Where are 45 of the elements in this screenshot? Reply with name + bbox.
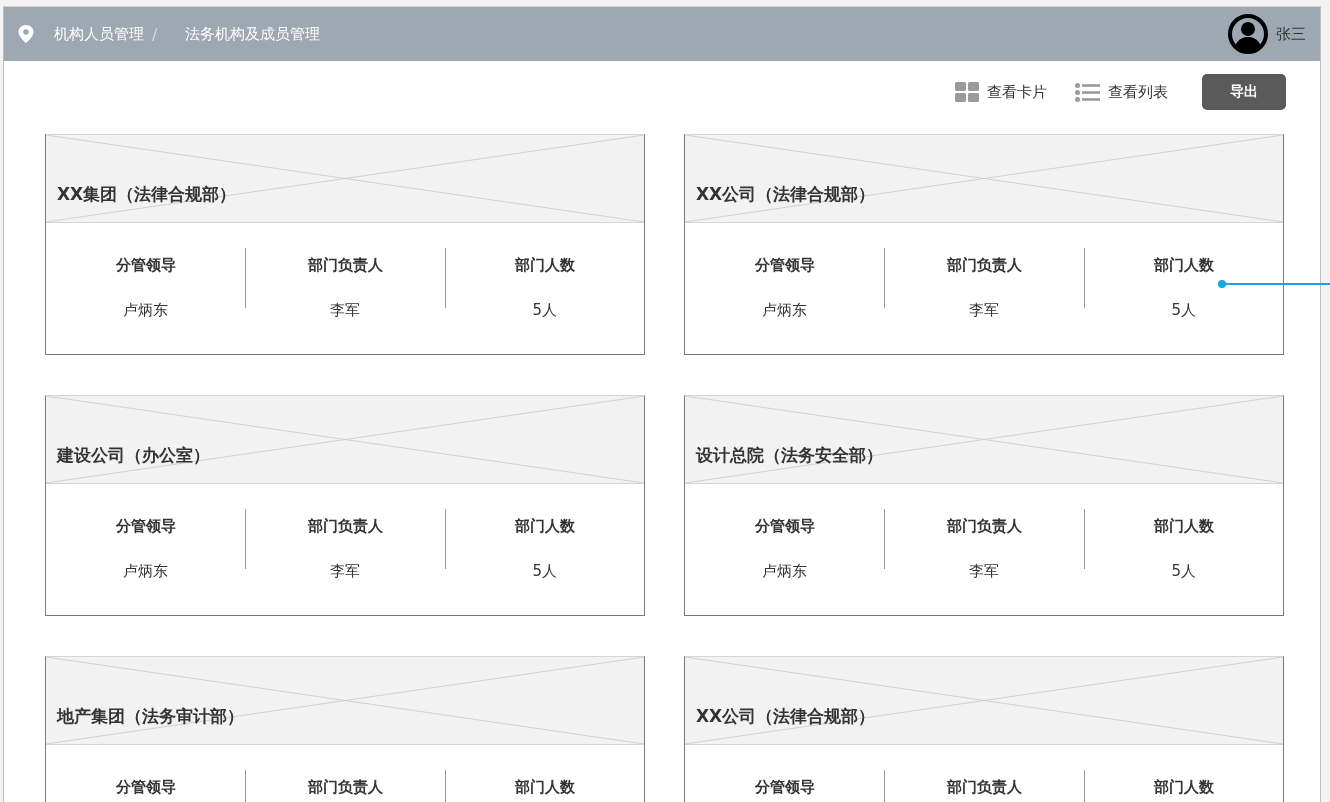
stat-value: 卢炳东 bbox=[762, 301, 808, 320]
stat-label: 部门人数 bbox=[1153, 517, 1214, 536]
stat-value: 5人 bbox=[532, 562, 558, 581]
list-icon bbox=[1075, 82, 1100, 102]
stat-value: 5人 bbox=[1171, 562, 1197, 581]
stat-label: 部门人数 bbox=[514, 517, 575, 536]
stat-value: 李军 bbox=[330, 562, 361, 581]
stat-label: 部门负责人 bbox=[947, 517, 1022, 536]
stat-value: 李军 bbox=[969, 562, 1000, 581]
stat-label: 部门人数 bbox=[1153, 256, 1214, 275]
stat-value: 卢炳东 bbox=[123, 562, 169, 581]
breadcrumb-separator: / bbox=[152, 24, 158, 44]
card-title: XX集团（法律合规部） bbox=[57, 183, 237, 206]
card-title: XX公司（法律合规部） bbox=[696, 705, 876, 728]
stat-label: 分管领导 bbox=[754, 256, 815, 275]
user-avatar-icon[interactable] bbox=[1228, 14, 1268, 54]
view-toggle-link[interactable]: 查看列表 bbox=[1075, 82, 1168, 102]
stat-label: 部门人数 bbox=[514, 256, 575, 275]
stat-value: 5人 bbox=[532, 301, 558, 320]
stat-value: 卢炳东 bbox=[762, 562, 808, 581]
stat-label: 部门负责人 bbox=[308, 256, 383, 275]
card-title: XX公司（法律合规部） bbox=[696, 183, 876, 206]
card-title: 设计总院（法务安全部） bbox=[696, 444, 883, 467]
stat-value: 卢炳东 bbox=[123, 301, 169, 320]
stat-label: 部门负责人 bbox=[947, 778, 1022, 797]
stat-label: 部门负责人 bbox=[308, 517, 383, 536]
stat-label: 部门负责人 bbox=[308, 778, 383, 797]
stat-label: 部门人数 bbox=[1153, 778, 1214, 797]
card-title: 建设公司（办公室） bbox=[57, 444, 210, 467]
stat-label: 分管领导 bbox=[115, 256, 176, 275]
stat-label: 部门负责人 bbox=[947, 256, 1022, 275]
stat-label: 分管领导 bbox=[754, 778, 815, 797]
export-button[interactable]: 导出 bbox=[1202, 74, 1286, 110]
stat-label: 分管领导 bbox=[115, 778, 176, 797]
location-pin-icon bbox=[18, 25, 34, 43]
card-title: 地产集团（法务审计部） bbox=[57, 705, 244, 728]
grid-icon bbox=[955, 82, 979, 102]
stat-label: 分管领导 bbox=[115, 517, 176, 536]
stat-value: 5人 bbox=[1171, 301, 1197, 320]
view-toggle-link[interactable]: 查看卡片 bbox=[955, 82, 1047, 102]
stat-label: 部门人数 bbox=[514, 778, 575, 797]
stat-label: 分管领导 bbox=[754, 517, 815, 536]
stat-value: 李军 bbox=[330, 301, 361, 320]
user-name: 张三 bbox=[1276, 24, 1306, 44]
stat-value: 李军 bbox=[969, 301, 1000, 320]
